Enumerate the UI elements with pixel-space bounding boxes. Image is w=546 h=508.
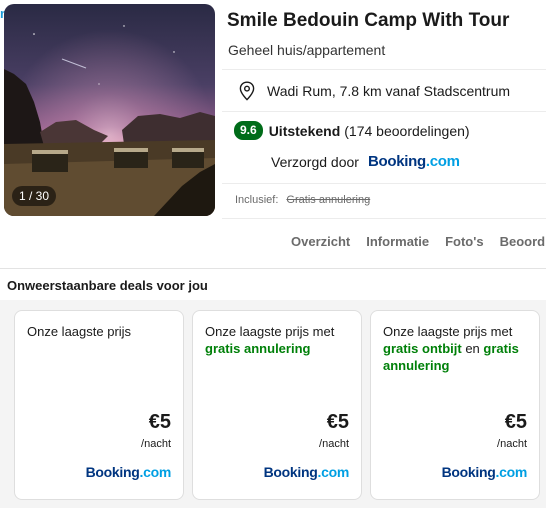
provider-label: Verzorgd door — [271, 153, 359, 170]
section-tabs: Overzicht Informatie Foto's Beoord — [291, 234, 546, 249]
property-type: Geheel huis/appartement — [228, 42, 386, 58]
divider — [222, 218, 546, 219]
rating-row[interactable]: 9.6 Uitstekend (174 beoordelingen) — [234, 121, 470, 140]
deal-text: Onze laagste prijs met — [383, 324, 513, 339]
booking-logo: Booking.com — [441, 464, 528, 480]
deal-card[interactable]: Onze laagste prijs met gratis ontbijt en… — [370, 310, 540, 500]
photo-counter: 1 / 30 — [12, 186, 57, 206]
tab-information[interactable]: Informatie — [366, 234, 429, 249]
tab-reviews[interactable]: Beoord — [500, 234, 546, 249]
deal-card[interactable]: Onze laagste prijs met gratis annulering… — [192, 310, 362, 500]
property-photo[interactable]: 1 / 30 — [4, 4, 215, 216]
deal-price-unit: /nacht — [497, 438, 527, 450]
booking-logo: Booking.com — [367, 153, 460, 170]
deal-description: Onze laagste prijs met gratis annulering — [205, 323, 351, 357]
tab-overview[interactable]: Overzicht — [291, 234, 350, 249]
rating-score-badge: 9.6 — [234, 121, 263, 140]
deal-price: €5 — [148, 411, 171, 433]
deal-text: Onze laagste prijs — [27, 324, 132, 339]
property-title: Smile Bedouin Camp With Tour — [227, 10, 510, 31]
deal-description: Onze laagste prijs — [27, 323, 173, 340]
included-value: Gratis annulering — [286, 194, 371, 206]
deal-description: Onze laagste prijs met gratis ontbijt en… — [383, 323, 529, 374]
review-count: (174 beoordelingen) — [344, 122, 470, 139]
provider-row: Verzorgd door Booking.com — [271, 153, 460, 170]
location-text: Wadi Rum, 7.8 km vanaf Stadscentrum — [267, 83, 511, 99]
booking-logo: Booking.com — [263, 464, 350, 480]
tab-photos[interactable]: Foto's — [445, 234, 483, 249]
deal-text: Onze laagste prijs met — [205, 324, 335, 339]
deal-highlight: gratis annulering — [205, 341, 311, 356]
property-header: n — [0, 0, 546, 268]
deals-title: Onweerstaanbare deals voor jou — [7, 278, 208, 293]
deal-price: €5 — [504, 411, 527, 433]
rating-label: Uitstekend — [268, 122, 341, 139]
divider — [222, 69, 546, 70]
booking-logo: Booking.com — [85, 464, 172, 480]
included-label: Inclusief: — [235, 194, 279, 206]
section-divider — [0, 268, 546, 269]
included-row: Inclusief: Gratis annulering — [235, 194, 370, 206]
deal-price: €5 — [326, 411, 349, 433]
divider — [222, 111, 546, 112]
night-desert-photo — [4, 4, 215, 216]
location-row[interactable]: Wadi Rum, 7.8 km vanaf Stadscentrum — [238, 80, 510, 102]
deal-highlight: gratis ontbijt — [383, 341, 462, 356]
deal-text: en — [461, 341, 484, 356]
map-pin-icon — [239, 81, 255, 101]
deal-price-unit: /nacht — [319, 438, 349, 450]
deal-card[interactable]: Onze laagste prijs €5 /nacht Booking.com — [14, 310, 184, 500]
deal-price-unit: /nacht — [141, 438, 171, 450]
divider — [222, 183, 546, 184]
